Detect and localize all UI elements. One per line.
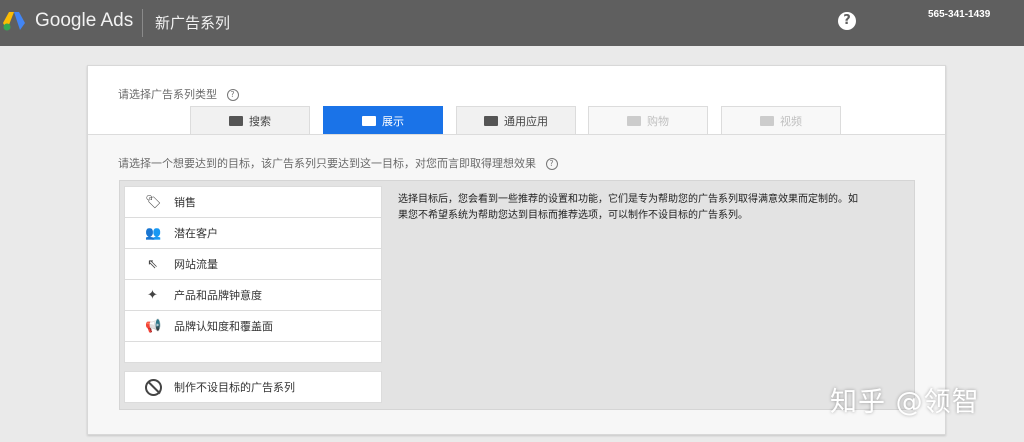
goal-list: 🏷 销售 👥 潜在客户 ⇖ 网站流量 ✦ 产品和品牌钟意度 📢 品牌认知度和覆盖… <box>124 186 382 363</box>
goal-description: 选择目标后，您会看到一些推荐的设置和功能，它们是专为帮助您的广告系列取得满意效果… <box>398 194 858 221</box>
goal-label-sales: 销售 <box>174 196 196 209</box>
goal-label-leads: 潜在客户 <box>174 227 218 240</box>
goal-label-text: 请选择一个想要达到的目标，该广告系列只要达到这一目标，对您而言即取得理想效果 <box>118 157 536 170</box>
goal-brand-consideration[interactable]: ✦ 产品和品牌钟意度 <box>124 279 382 310</box>
video-icon <box>760 115 774 126</box>
tab-label: 搜索 <box>249 114 271 128</box>
tab-display[interactable]: 展示 <box>323 106 443 135</box>
goal-label-no-goal: 制作不设目标的广告系列 <box>174 381 295 394</box>
tab-shopping[interactable]: 购物 <box>588 106 708 134</box>
goal-leads[interactable]: 👥 潜在客户 <box>124 217 382 248</box>
goal-list-spacer <box>124 341 382 363</box>
campaign-type-label: 请选择广告系列类型 ? <box>118 86 239 102</box>
search-icon <box>229 115 243 126</box>
header-divider <box>142 9 143 37</box>
tab-label: 购物 <box>647 114 669 128</box>
account-id[interactable]: 565-341-1439 <box>928 9 990 20</box>
goal-label-brand-consideration: 产品和品牌钟意度 <box>174 289 262 302</box>
tab-label: 通用应用 <box>504 114 548 128</box>
tab-video[interactable]: 视频 <box>721 106 841 134</box>
block-icon <box>145 378 162 396</box>
tab-app[interactable]: 通用应用 <box>456 106 576 134</box>
goal-label: 请选择一个想要达到的目标，该广告系列只要达到这一目标，对您而言即取得理想效果 ? <box>118 155 558 171</box>
tab-label: 展示 <box>382 115 404 128</box>
top-bar: Google Ads 新广告系列 ? 565-341-1439 <box>0 0 1024 46</box>
shopping-tag-icon <box>627 115 641 126</box>
help-icon[interactable]: ? <box>226 89 239 101</box>
campaign-setup-card: 请选择广告系列类型 ? 搜索 展示 通用应用 购物 视频 请选择一个想要达到的目… <box>87 65 946 435</box>
campaign-type-label-text: 请选择广告系列类型 <box>118 88 217 101</box>
goal-label-website-traffic: 网站流量 <box>174 258 218 271</box>
app-icon <box>484 115 498 126</box>
help-icon[interactable]: ? <box>838 12 856 30</box>
goal-sales[interactable]: 🏷 销售 <box>124 186 382 217</box>
goal-label-brand-awareness: 品牌认知度和覆盖面 <box>174 320 273 333</box>
brand-name[interactable]: Google Ads <box>35 10 133 32</box>
tab-label: 视频 <box>780 114 802 128</box>
tab-search[interactable]: 搜索 <box>190 106 310 134</box>
goal-no-goal[interactable]: 制作不设目标的广告系列 <box>124 371 382 403</box>
cursor-click-icon: ⇖ <box>147 256 158 272</box>
google-ads-logo-icon <box>3 12 25 31</box>
help-icon[interactable]: ? <box>545 158 558 170</box>
tag-icon: 🏷 <box>145 194 162 210</box>
goal-website-traffic[interactable]: ⇖ 网站流量 <box>124 248 382 279</box>
display-icon <box>362 116 376 126</box>
breadcrumb: 新广告系列 <box>155 14 231 32</box>
goal-brand-awareness[interactable]: 📢 品牌认知度和覆盖面 <box>124 310 382 341</box>
megaphone-icon: 📢 <box>145 318 162 334</box>
people-icon: 👥 <box>145 225 162 241</box>
sparkle-icon: ✦ <box>147 287 158 303</box>
watermark: 知乎 @领智 <box>830 387 980 418</box>
